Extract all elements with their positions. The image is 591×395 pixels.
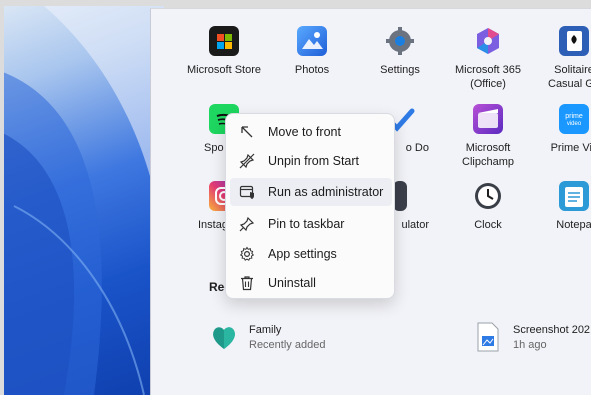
app-label-line1: Microsoft 365 — [454, 64, 522, 76]
app-photos[interactable]: Photos — [269, 26, 355, 77]
microsoft-store-icon — [209, 26, 239, 56]
microsoft-365-icon — [473, 26, 503, 56]
app-label: Clock — [474, 219, 502, 231]
app-label: Notepa — [556, 219, 591, 231]
app-microsoft-store[interactable]: Microsoft Store — [181, 26, 267, 77]
app-microsoft-365[interactable]: Microsoft 365 (Office) — [445, 26, 531, 91]
menu-item-move-to-front[interactable]: Move to front — [230, 118, 392, 146]
image-file-icon — [476, 322, 500, 357]
family-heart-icon — [209, 322, 239, 357]
app-clipchamp[interactable]: Microsoft Clipchamp — [445, 104, 531, 169]
app-solitaire[interactable]: Solitaire Casual Ga — [531, 26, 591, 91]
app-label: Solitaire Casual Ga — [531, 63, 591, 91]
photos-icon — [297, 26, 327, 56]
app-label-line2: (Office) — [470, 78, 506, 90]
app-label-line2: Clipchamp — [462, 156, 514, 168]
app-clock[interactable]: Clock — [445, 181, 531, 232]
settings-gear-icon — [385, 26, 415, 56]
recommended-name: Screenshot 202 — [513, 324, 591, 336]
gear-icon — [238, 245, 256, 263]
pin-icon — [238, 215, 256, 233]
recommended-sub: 1h ago — [513, 339, 547, 351]
menu-item-run-as-administrator[interactable]: Run as administrator — [230, 178, 392, 206]
menu-item-label: Run as administrator — [268, 185, 384, 199]
move-to-front-icon — [238, 123, 256, 141]
clipchamp-icon — [473, 104, 503, 134]
context-menu: Move to front Unpin from Start Run as ad… — [225, 113, 395, 299]
app-label: Microsoft 365 (Office) — [445, 63, 531, 91]
app-label: Microsoft Clipchamp — [445, 141, 531, 169]
app-settings[interactable]: Settings — [357, 26, 443, 77]
desktop-wallpaper — [4, 6, 164, 395]
menu-item-pin-to-taskbar[interactable]: Pin to taskbar — [230, 210, 392, 238]
menu-item-app-settings[interactable]: App settings — [230, 240, 392, 268]
solitaire-icon — [559, 26, 589, 56]
trash-icon — [238, 274, 256, 292]
clock-icon — [473, 181, 503, 211]
menu-item-label: App settings — [268, 247, 337, 261]
unpin-icon — [238, 152, 256, 170]
menu-item-label: Uninstall — [268, 276, 316, 290]
prime-video-icon: prime video — [559, 104, 589, 134]
menu-item-unpin-from-start[interactable]: Unpin from Start — [230, 147, 392, 175]
app-prime-video[interactable]: primevideo Prime Vic — [531, 104, 591, 155]
menu-item-uninstall[interactable]: Uninstall — [230, 269, 392, 297]
run-as-admin-icon — [238, 183, 256, 201]
screen-frame: Microsoft Store Photos Settings Microsof… — [0, 0, 591, 395]
app-label-line1: Solitaire — [554, 64, 591, 76]
calculator-icon — [393, 181, 407, 211]
app-label: Photos — [294, 64, 330, 76]
menu-item-label: Pin to taskbar — [268, 217, 345, 231]
notepad-icon — [559, 181, 589, 211]
app-label: Settings — [380, 64, 420, 76]
app-notepad[interactable]: Notepa — [531, 181, 591, 232]
app-label: Prime Vic — [550, 142, 591, 154]
svg-text:video: video — [567, 121, 582, 127]
svg-text:prime: prime — [565, 113, 583, 120]
app-label: Microsoft Store — [187, 64, 261, 76]
app-label-line1: Microsoft — [465, 142, 511, 154]
recommended-sub: Recently added — [249, 339, 326, 351]
app-label-line2: Casual Ga — [548, 78, 591, 90]
menu-item-label: Move to front — [268, 125, 341, 139]
recommended-name: Family — [249, 324, 282, 336]
menu-item-label: Unpin from Start — [268, 154, 360, 168]
